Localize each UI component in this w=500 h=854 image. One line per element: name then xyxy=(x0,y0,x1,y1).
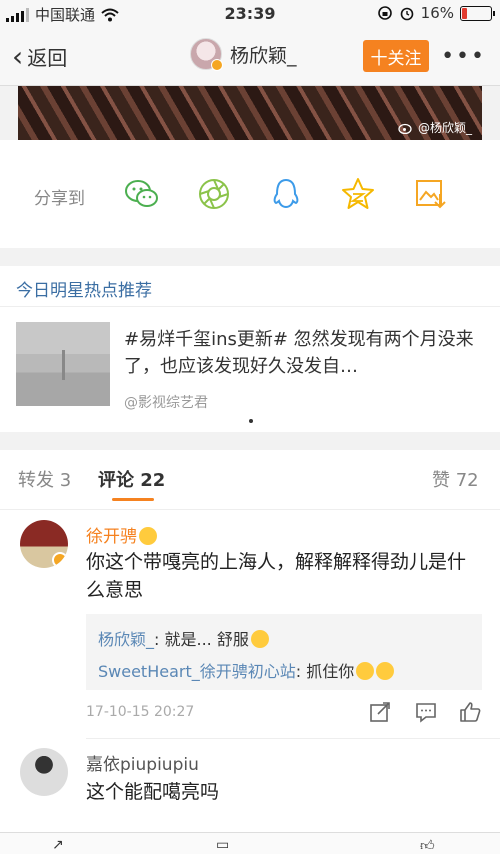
emoji-icon xyxy=(250,630,269,648)
emoji-icon xyxy=(356,662,375,680)
like-icon[interactable] xyxy=(458,700,482,724)
battery-percent: 16% xyxy=(420,4,454,22)
save-image-icon[interactable] xyxy=(410,174,450,214)
nav-user[interactable]: 杨欣颖_ xyxy=(190,38,297,71)
tab-comment[interactable]: 评论 22 xyxy=(98,466,165,492)
rotation-lock-icon xyxy=(377,6,392,20)
recommend-source[interactable]: @影视综艺君 xyxy=(124,392,208,412)
member-badge-icon xyxy=(139,527,157,545)
comment-list: 徐开骋 你这个带嘎亮的上海人，解释解释得劲儿是什么意思 杨欣颖_: 就是... … xyxy=(0,510,500,854)
reply-text: : 抓住你 xyxy=(295,662,355,681)
section-title[interactable]: 今日明星热点推荐 xyxy=(16,276,152,301)
tab-bar: 转发 3 评论 22 赞 72 xyxy=(0,450,500,510)
divider xyxy=(86,738,500,739)
follow-button[interactable]: 十关注 xyxy=(363,40,429,72)
watermark-text: @杨欣颖_ xyxy=(417,121,472,135)
reply-username[interactable]: SweetHeart_徐开骋初心站 xyxy=(98,662,296,681)
divider xyxy=(0,306,500,307)
recommend-text[interactable]: #易烊千玺ins更新# 忽然发现有两个月没来了，也应该发现好久没发自… xyxy=(124,326,484,380)
tab-repost[interactable]: 转发 3 xyxy=(18,466,71,492)
qzone-icon[interactable] xyxy=(338,174,378,214)
share-icon[interactable] xyxy=(368,700,392,724)
recommend-thumbnail[interactable] xyxy=(16,322,110,406)
avatar[interactable] xyxy=(20,520,68,568)
page-indicator xyxy=(249,419,253,423)
alarm-icon xyxy=(400,7,413,21)
comment-bottom-icon[interactable]: ▭ xyxy=(216,837,229,853)
comment-time: 17-10-15 20:27 xyxy=(86,704,195,720)
emoji-icon xyxy=(376,662,395,680)
comment-text: 你这个带嘎亮的上海人，解释解释得劲儿是什么意思 xyxy=(86,551,467,601)
comment-username[interactable]: 徐开骋 xyxy=(86,522,157,547)
tab-underline xyxy=(112,498,154,501)
back-button[interactable]: ‹ 返回 xyxy=(12,42,67,71)
share-label: 分享到 xyxy=(34,189,85,209)
verified-badge-icon xyxy=(211,59,223,71)
bottom-toolbar: ↗ ▭ 👍︎ xyxy=(0,832,500,854)
weibo-logo-icon xyxy=(398,123,412,134)
comment-username-text: 徐开骋 xyxy=(86,527,137,547)
comment-icon[interactable] xyxy=(414,700,438,724)
battery-icon xyxy=(460,5,495,21)
reply-text: : 就是... 舒服 xyxy=(154,630,249,649)
avatar xyxy=(190,38,223,71)
nav-bar: ‹ 返回 杨欣颖_ 十关注 ••• xyxy=(0,28,500,86)
image-watermark: @杨欣颖_ xyxy=(398,119,472,136)
reply-username[interactable]: 杨欣颖_ xyxy=(98,630,154,649)
wechat-icon[interactable] xyxy=(122,174,162,214)
avatar[interactable] xyxy=(20,748,68,796)
nav-username: 杨欣颖_ xyxy=(230,44,297,67)
reply-item: 杨欣颖_: 就是... 舒服 xyxy=(98,626,269,650)
back-label: 返回 xyxy=(27,46,68,70)
qq-icon[interactable] xyxy=(266,174,306,214)
post-image[interactable]: @杨欣颖_ xyxy=(18,86,482,140)
comment-username[interactable]: 嘉依piupiupiu xyxy=(86,750,199,775)
share-section: 分享到 xyxy=(0,140,500,248)
more-button[interactable]: ••• xyxy=(441,44,486,69)
repost-bottom-icon[interactable]: ↗ xyxy=(52,837,64,853)
chevron-left-icon: ‹ xyxy=(12,39,24,73)
reply-box[interactable]: 杨欣颖_: 就是... 舒服 SweetHeart_徐开骋初心站: 抓住你 xyxy=(86,614,482,690)
moments-icon[interactable] xyxy=(194,174,234,214)
status-bar: 中国联通 23:39 16% xyxy=(0,0,500,28)
reply-item: SweetHeart_徐开骋初心站: 抓住你 xyxy=(98,658,395,682)
verified-badge-icon xyxy=(52,552,68,568)
tab-like[interactable]: 赞 72 xyxy=(432,466,479,492)
comment-text: 这个能配噶亮吗 xyxy=(86,781,220,803)
hot-recommend-section: 今日明星热点推荐 #易烊千玺ins更新# 忽然发现有两个月没来了，也应该发现好久… xyxy=(0,266,500,432)
like-bottom-icon[interactable]: 👍︎ xyxy=(420,837,435,854)
